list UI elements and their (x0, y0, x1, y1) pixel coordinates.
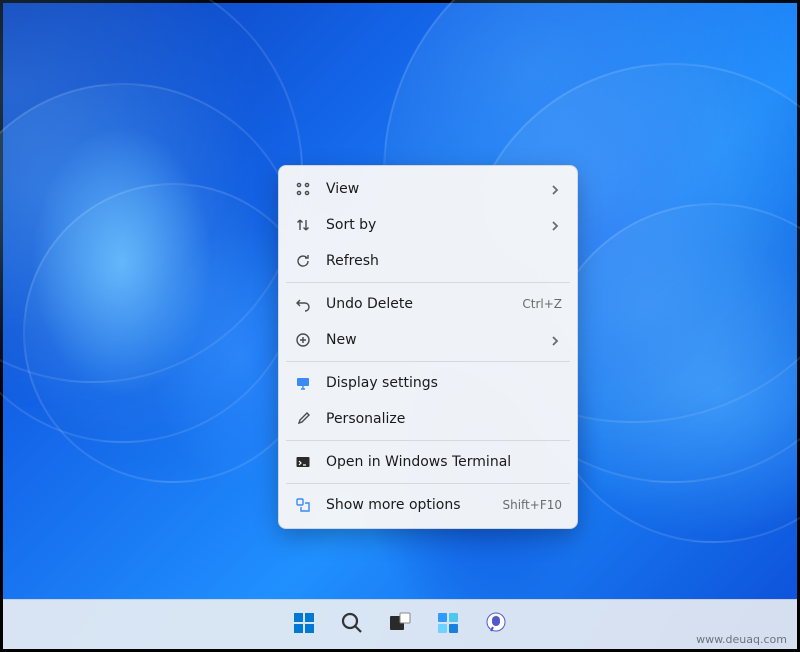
chevron-right-icon (550, 219, 562, 231)
task-view-button[interactable] (379, 604, 421, 646)
menu-item-show-more-options[interactable]: Show more options Shift+F10 (284, 487, 572, 523)
chevron-right-icon (550, 183, 562, 195)
menu-label: Sort by (326, 217, 550, 233)
menu-item-open-terminal[interactable]: Open in Windows Terminal (284, 444, 572, 480)
start-button[interactable] (283, 604, 325, 646)
grid-icon (294, 180, 312, 198)
menu-label: New (326, 332, 550, 348)
menu-label: Undo Delete (326, 296, 514, 312)
chevron-right-icon (550, 334, 562, 346)
undo-icon (294, 295, 312, 313)
menu-item-display-settings[interactable]: Display settings (284, 365, 572, 401)
menu-item-personalize[interactable]: Personalize (284, 401, 572, 437)
menu-item-sort-by[interactable]: Sort by (284, 207, 572, 243)
menu-item-new[interactable]: New (284, 322, 572, 358)
widgets-button[interactable] (427, 604, 469, 646)
watermark: www.deuaq.com (696, 633, 787, 646)
menu-shortcut: Shift+F10 (502, 498, 562, 512)
plus-circle-icon (294, 331, 312, 349)
menu-divider (286, 483, 570, 484)
terminal-icon (294, 453, 312, 471)
taskview-icon (388, 611, 412, 639)
menu-item-undo-delete[interactable]: Undo Delete Ctrl+Z (284, 286, 572, 322)
paintbrush-icon (294, 410, 312, 428)
widgets-icon (436, 611, 460, 639)
display-icon (294, 374, 312, 392)
menu-label: Show more options (326, 497, 494, 513)
menu-label: Personalize (326, 411, 562, 427)
chat-button[interactable] (475, 604, 517, 646)
menu-label: Refresh (326, 253, 562, 269)
menu-divider (286, 361, 570, 362)
desktop-wallpaper[interactable]: View Sort by Refresh Undo (0, 0, 800, 652)
menu-label: Open in Windows Terminal (326, 454, 562, 470)
sort-icon (294, 216, 312, 234)
more-options-icon (294, 496, 312, 514)
menu-item-refresh[interactable]: Refresh (284, 243, 572, 279)
chat-icon (484, 611, 508, 639)
menu-divider (286, 440, 570, 441)
desktop-context-menu: View Sort by Refresh Undo (278, 165, 578, 529)
search-icon (340, 611, 364, 639)
windows-icon (292, 611, 316, 639)
refresh-icon (294, 252, 312, 270)
menu-item-view[interactable]: View (284, 171, 572, 207)
menu-label: Display settings (326, 375, 562, 391)
menu-divider (286, 282, 570, 283)
menu-shortcut: Ctrl+Z (522, 297, 562, 311)
taskbar (3, 599, 797, 649)
search-button[interactable] (331, 604, 373, 646)
menu-label: View (326, 181, 550, 197)
